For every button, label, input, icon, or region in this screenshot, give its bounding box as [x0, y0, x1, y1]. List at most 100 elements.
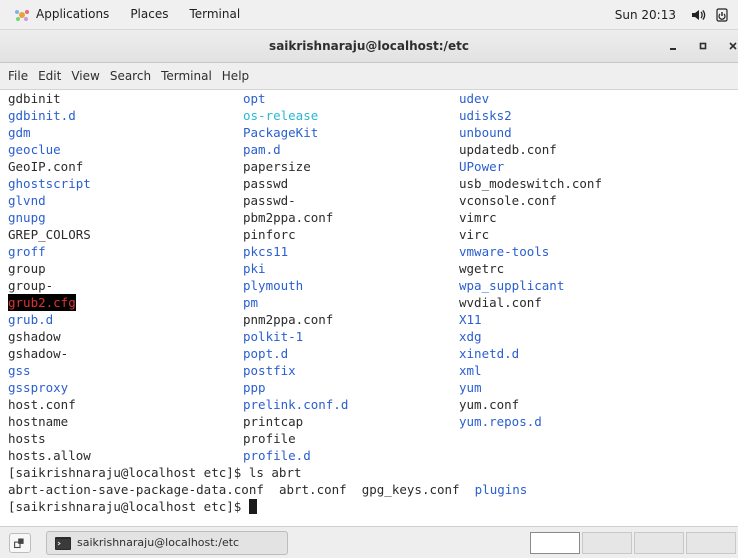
menu-edit[interactable]: Edit: [33, 63, 66, 89]
file-entry: virc: [459, 227, 490, 242]
file-entry: abrt-action-save-package-data.conf: [8, 482, 264, 497]
directory-entry: glvnd: [8, 193, 46, 208]
power-icon[interactable]: [714, 7, 730, 23]
file-entry: printcap: [243, 414, 304, 429]
places-menu[interactable]: Places: [130, 0, 168, 29]
directory-entry: pki: [243, 261, 266, 276]
applications-menu[interactable]: Applications: [36, 0, 109, 29]
directory-entry: yum.repos.d: [459, 414, 542, 429]
directory-entry: profile.d: [243, 448, 311, 463]
top-panel: Applications Places Terminal Sun 20:13: [0, 0, 738, 30]
file-entry: updatedb.conf: [459, 142, 557, 157]
file-entry: wgetrc: [459, 261, 505, 276]
applications-icon: [15, 9, 29, 21]
directory-entry: pkcs11: [243, 244, 289, 259]
taskbar-window-label: saikrishnaraju@localhost:/etc: [77, 536, 240, 549]
workspace-2[interactable]: [582, 532, 632, 554]
directory-entry: vmware-tools: [459, 244, 550, 259]
file-entry: group: [8, 261, 46, 276]
file-entry: pbm2ppa.conf: [243, 210, 334, 225]
file-entry: GREP_COLORS: [8, 227, 91, 242]
maximize-button[interactable]: [694, 38, 712, 54]
desktop-screen: Applications Places Terminal Sun 20:13 s…: [0, 0, 738, 558]
taskbar-terminal-window[interactable]: saikrishnaraju@localhost:/etc: [46, 531, 288, 555]
file-entry: gshadow-: [8, 346, 69, 361]
terminal-output[interactable]: gdbinit gdbinit.d gdm geoclue GeoIP.conf ghos…: [0, 90, 738, 526]
window-titlebar[interactable]: saikrishnaraju@localhost:/etc: [0, 30, 738, 63]
menu-terminal[interactable]: Terminal: [156, 63, 217, 89]
directory-entry: plymouth: [243, 278, 304, 293]
file-entry: passwd: [243, 176, 289, 191]
directory-entry: grub.d: [8, 312, 54, 327]
directory-entry: geoclue: [8, 142, 61, 157]
file-entry: passwd-: [243, 193, 296, 208]
file-entry: grub2.cfg: [8, 294, 76, 311]
shell-prompt-line: [saikrishnaraju@localhost etc]$ ls abrt: [8, 465, 302, 480]
menu-bar: File Edit View Search Terminal Help: [0, 63, 738, 90]
file-entry: gpg_keys.conf: [361, 482, 460, 497]
directory-entry: polkit-1: [243, 329, 304, 344]
file-entry: pnm2ppa.conf: [243, 312, 334, 327]
directory-entry: postfix: [243, 363, 296, 378]
directory-entry: gdm: [8, 125, 31, 140]
directory-entry: pam.d: [243, 142, 281, 157]
window-title: saikrishnaraju@localhost:/etc: [269, 39, 469, 53]
directory-entry: xinetd.d: [459, 346, 520, 361]
directory-entry: popt.d: [243, 346, 289, 361]
file-entry: papersize: [243, 159, 311, 174]
file-entry: gshadow: [8, 329, 61, 344]
directory-entry: pm: [243, 295, 259, 310]
abrt-listing-line: abrt-action-save-package-data.conf abrt.…: [8, 481, 527, 498]
directory-entry: xdg: [459, 329, 482, 344]
directory-entry: prelink.conf.d: [243, 397, 349, 412]
directory-entry: ppp: [243, 380, 266, 395]
terminal-icon: [55, 537, 71, 550]
directory-entry: gss: [8, 363, 31, 378]
directory-entry: unbound: [459, 125, 512, 140]
file-entry: usb_modeswitch.conf: [459, 176, 602, 191]
file-entry: pinforc: [243, 227, 296, 242]
directory-entry: groff: [8, 244, 46, 259]
file-entry: profile: [243, 431, 296, 446]
directory-entry: udev: [459, 91, 490, 106]
directory-entry: gdbinit.d: [8, 108, 76, 123]
text-cursor: [248, 499, 257, 514]
terminal-app-menu[interactable]: Terminal: [189, 0, 240, 29]
close-button[interactable]: [724, 38, 738, 54]
file-entry: group-: [8, 278, 54, 293]
file-entry: os-release: [243, 108, 319, 123]
file-entry: hostname: [8, 414, 69, 429]
clock[interactable]: Sun 20:13: [615, 8, 676, 22]
file-entry: hosts: [8, 431, 46, 446]
directory-entry: xml: [459, 363, 482, 378]
prompt-text: [saikrishnaraju@localhost etc]$: [8, 499, 249, 514]
file-entry: vimrc: [459, 210, 497, 225]
bottom-taskbar: saikrishnaraju@localhost:/etc: [0, 526, 738, 558]
workspace-4[interactable]: [686, 532, 736, 554]
directory-entry: UPower: [459, 159, 505, 174]
menu-file[interactable]: File: [0, 63, 33, 89]
directory-entry: udisks2: [459, 108, 512, 123]
show-desktop-button[interactable]: [9, 533, 31, 553]
directory-entry: wpa_supplicant: [459, 278, 565, 293]
file-entry: GeoIP.conf: [8, 159, 84, 174]
volume-icon[interactable]: [690, 7, 706, 23]
file-entry: hosts.allow: [8, 448, 91, 463]
workspace-switcher: [530, 532, 738, 554]
file-entry: host.conf: [8, 397, 76, 412]
file-entry: gdbinit: [8, 91, 61, 106]
directory-entry: gnupg: [8, 210, 46, 225]
file-entry: vconsole.conf: [459, 193, 557, 208]
directory-entry: X11: [459, 312, 482, 327]
minimize-button[interactable]: [664, 38, 682, 54]
menu-search[interactable]: Search: [105, 63, 156, 89]
menu-view[interactable]: View: [66, 63, 104, 89]
menu-help[interactable]: Help: [217, 63, 254, 89]
file-entry: abrt.conf: [278, 482, 347, 497]
directory-entry: gssproxy: [8, 380, 69, 395]
shell-prompt-line[interactable]: [saikrishnaraju@localhost etc]$: [8, 498, 257, 515]
workspace-3[interactable]: [634, 532, 684, 554]
workspace-1[interactable]: [530, 532, 580, 554]
file-entry: wvdial.conf: [459, 295, 542, 310]
directory-entry: ghostscript: [8, 176, 91, 191]
